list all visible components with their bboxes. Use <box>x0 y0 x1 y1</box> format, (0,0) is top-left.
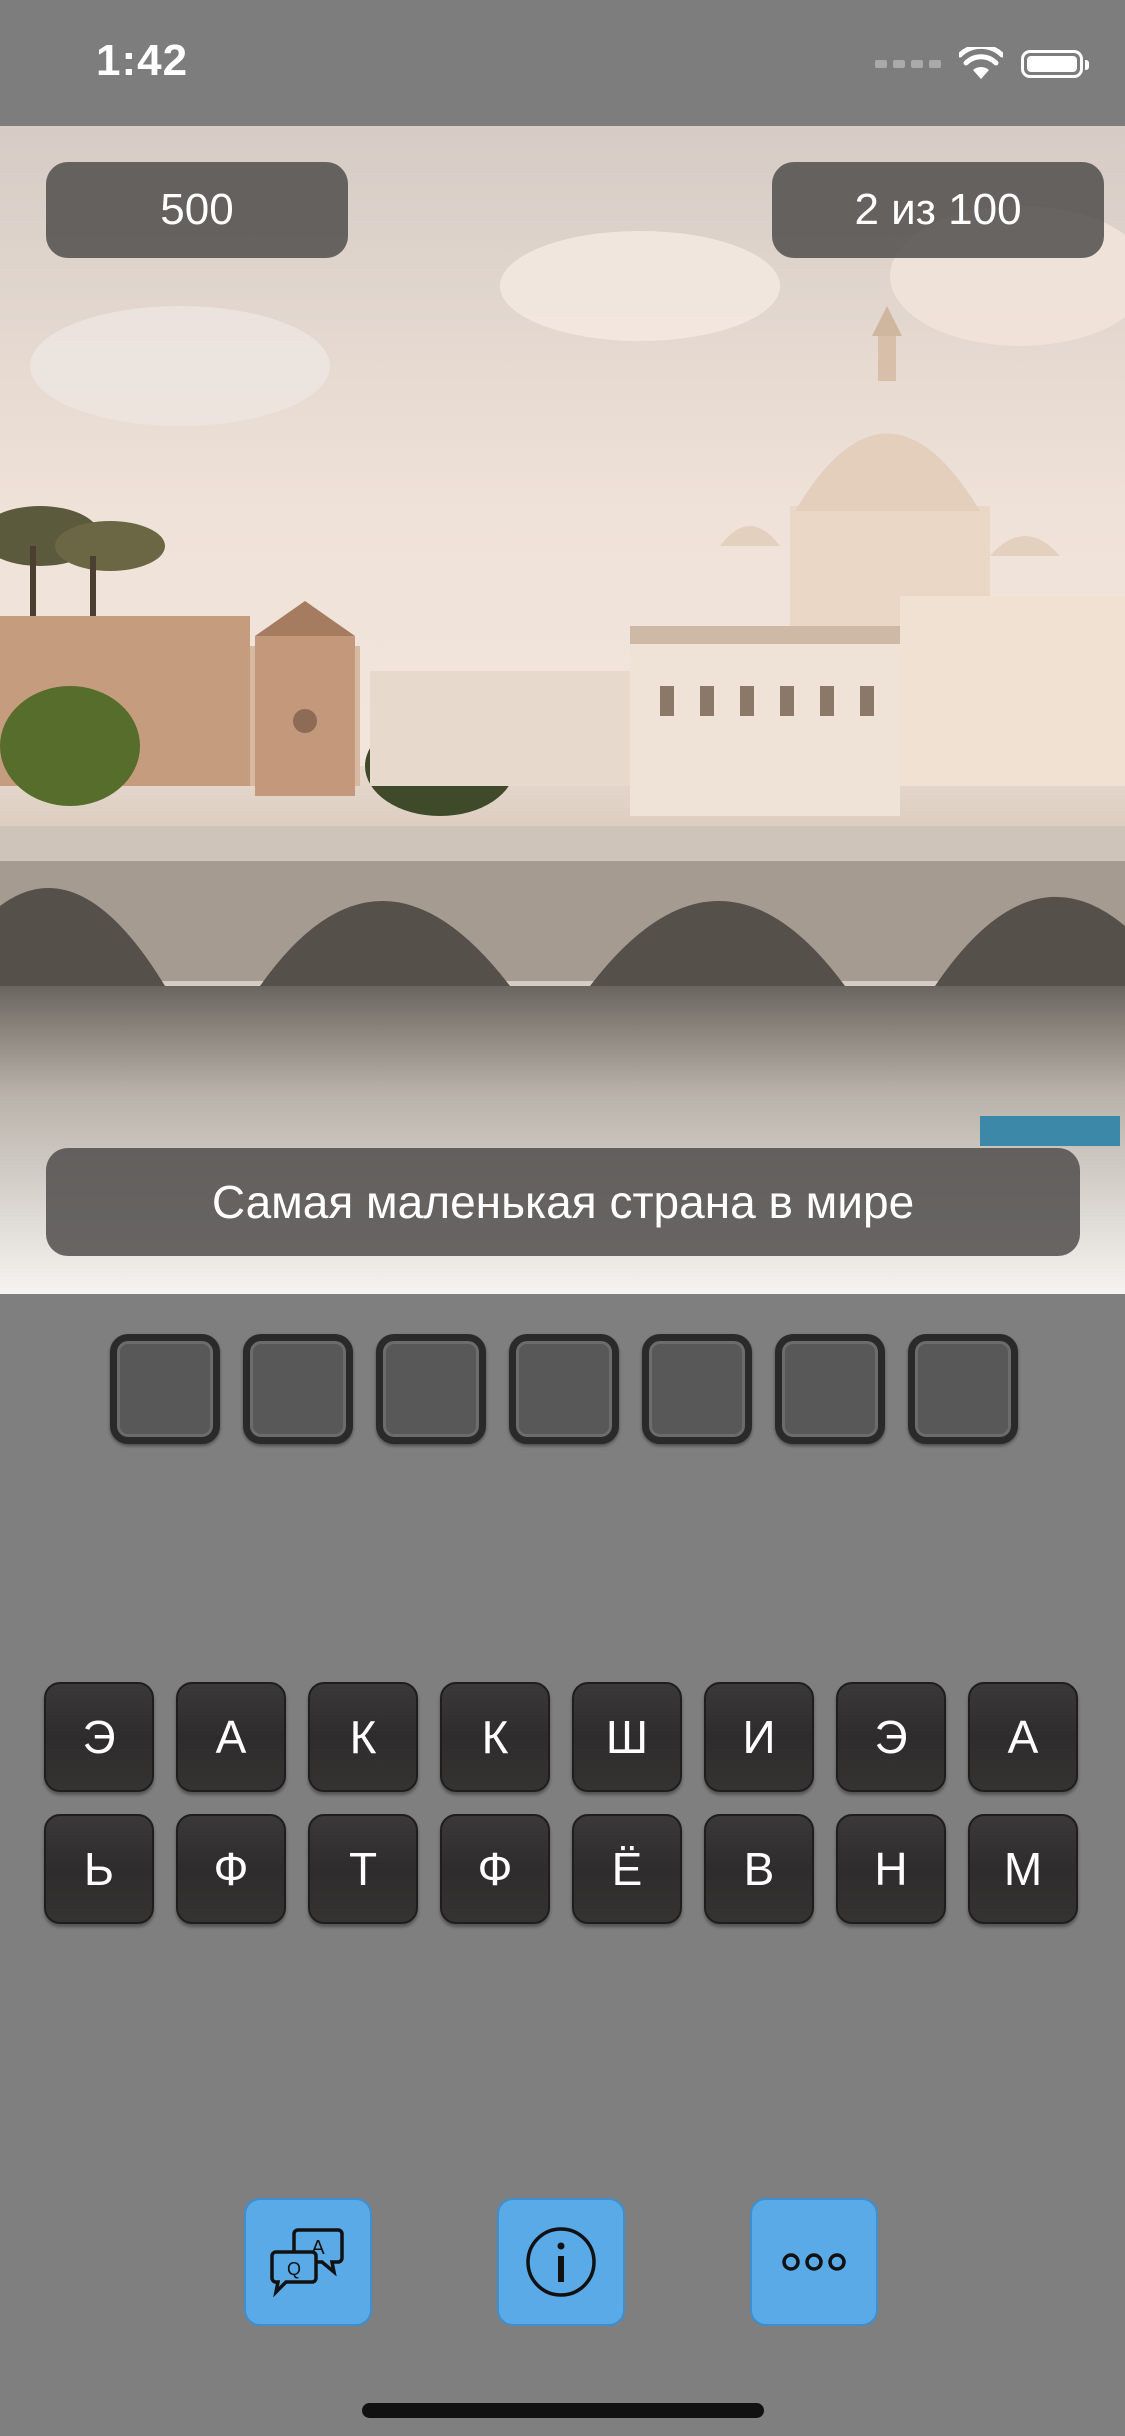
status-time: 1:42 <box>96 36 189 85</box>
answer-slot[interactable] <box>243 1334 353 1444</box>
letter-key[interactable]: А <box>968 1682 1078 1792</box>
letter-key[interactable]: М <box>968 1814 1078 1924</box>
answer-slot[interactable] <box>908 1334 1018 1444</box>
answer-slots <box>110 1334 1018 1444</box>
keyboard-row: Э А К К Ш И Э А <box>44 1682 1084 1792</box>
battery-icon <box>1021 50 1089 78</box>
action-bar: A Q <box>244 2198 878 2326</box>
info-button[interactable] <box>497 2198 625 2326</box>
keyboard-row: Ь Ф Т Ф Ё В Н М <box>44 1814 1084 1924</box>
home-indicator[interactable] <box>362 2403 764 2418</box>
letter-key[interactable]: Ь <box>44 1814 154 1924</box>
status-icons <box>875 44 1089 84</box>
letter-key[interactable]: И <box>704 1682 814 1792</box>
answer-slot[interactable] <box>509 1334 619 1444</box>
svg-text:Q: Q <box>287 2259 301 2279</box>
info-icon <box>526 2227 596 2297</box>
letter-key[interactable]: Н <box>836 1814 946 1924</box>
letter-keyboard: Э А К К Ш И Э А Ь Ф Т Ф Ё В Н М <box>44 1682 1084 1946</box>
answer-slot[interactable] <box>376 1334 486 1444</box>
letter-key[interactable]: К <box>308 1682 418 1792</box>
more-button[interactable] <box>750 2198 878 2326</box>
answer-slot[interactable] <box>110 1334 220 1444</box>
more-dots-icon <box>782 2253 846 2271</box>
letter-key[interactable]: Ё <box>572 1814 682 1924</box>
answer-slot[interactable] <box>642 1334 752 1444</box>
letter-key[interactable]: Т <box>308 1814 418 1924</box>
answer-slot[interactable] <box>775 1334 885 1444</box>
letter-key[interactable]: А <box>176 1682 286 1792</box>
wifi-icon <box>959 47 1003 79</box>
letter-key[interactable]: Ф <box>176 1814 286 1924</box>
letter-key[interactable]: Ш <box>572 1682 682 1792</box>
letter-key[interactable]: В <box>704 1814 814 1924</box>
qa-hint-button[interactable]: A Q <box>244 2198 372 2326</box>
question-text: Самая маленькая страна в мире <box>46 1148 1080 1256</box>
qa-chat-icon: A Q <box>270 2228 344 2298</box>
letter-key[interactable]: Э <box>44 1682 154 1792</box>
question-image <box>0 126 1125 1294</box>
letter-key[interactable]: К <box>440 1682 550 1792</box>
score-display: 500 <box>46 162 348 258</box>
status-bar: 1:42 <box>0 0 1125 126</box>
letter-key[interactable]: Ф <box>440 1814 550 1924</box>
level-progress: 2 из 100 <box>772 162 1104 258</box>
letter-key[interactable]: Э <box>836 1682 946 1792</box>
signal-icon <box>875 60 941 68</box>
